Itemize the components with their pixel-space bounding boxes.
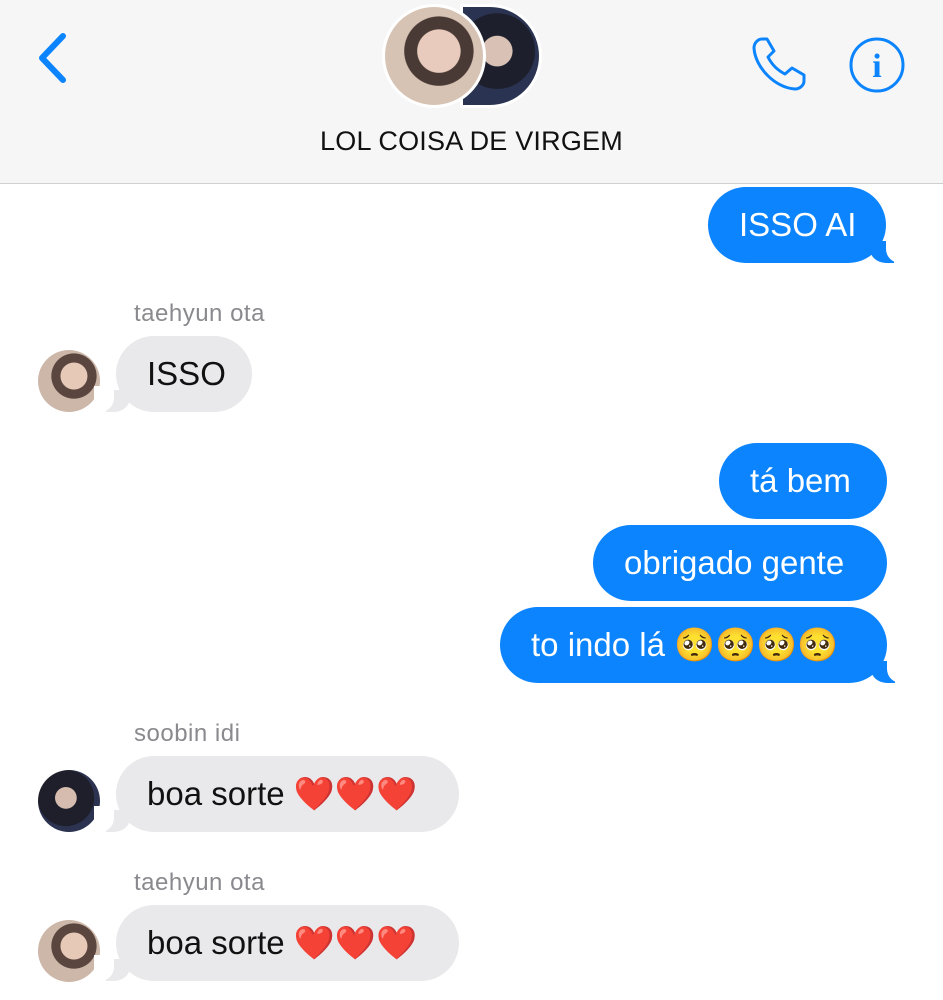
- avatar[interactable]: [38, 350, 100, 412]
- info-glyph: i: [872, 48, 881, 85]
- group-avatars[interactable]: [382, 4, 562, 110]
- outgoing-message[interactable]: to indo lá 🥺🥺🥺🥺: [500, 607, 887, 683]
- phone-icon: [752, 37, 806, 91]
- avatar[interactable]: [38, 920, 100, 982]
- sender-name: taehyun ota: [134, 300, 265, 327]
- group-avatar-taehyun: [382, 4, 486, 108]
- incoming-message[interactable]: ISSO: [116, 336, 252, 412]
- outgoing-message[interactable]: obrigado gente: [593, 525, 887, 601]
- bubble-tail: [94, 955, 130, 981]
- bubble-tail: [94, 806, 130, 832]
- bubble-tail: [94, 386, 130, 412]
- bubble-tail: [871, 657, 907, 683]
- outgoing-message[interactable]: ISSO AI: [708, 187, 886, 263]
- incoming-message[interactable]: boa sorte ❤️❤️❤️: [116, 756, 459, 832]
- bubble-tail: [870, 237, 906, 263]
- call-button[interactable]: [748, 33, 810, 95]
- sender-name: soobin idi: [134, 720, 241, 747]
- conversation-header: LOL COISA DE VIRGEM i: [0, 0, 943, 184]
- back-button[interactable]: [30, 30, 80, 90]
- sender-name: taehyun ota: [134, 869, 265, 896]
- incoming-message[interactable]: boa sorte ❤️❤️❤️: [116, 905, 459, 981]
- outgoing-message[interactable]: tá bem: [719, 443, 887, 519]
- avatar[interactable]: [38, 770, 100, 832]
- info-button[interactable]: i: [848, 36, 906, 94]
- conversation-title[interactable]: LOL COISA DE VIRGEM: [0, 126, 943, 157]
- info-icon: i: [849, 37, 905, 93]
- chevron-left-icon: [39, 33, 66, 83]
